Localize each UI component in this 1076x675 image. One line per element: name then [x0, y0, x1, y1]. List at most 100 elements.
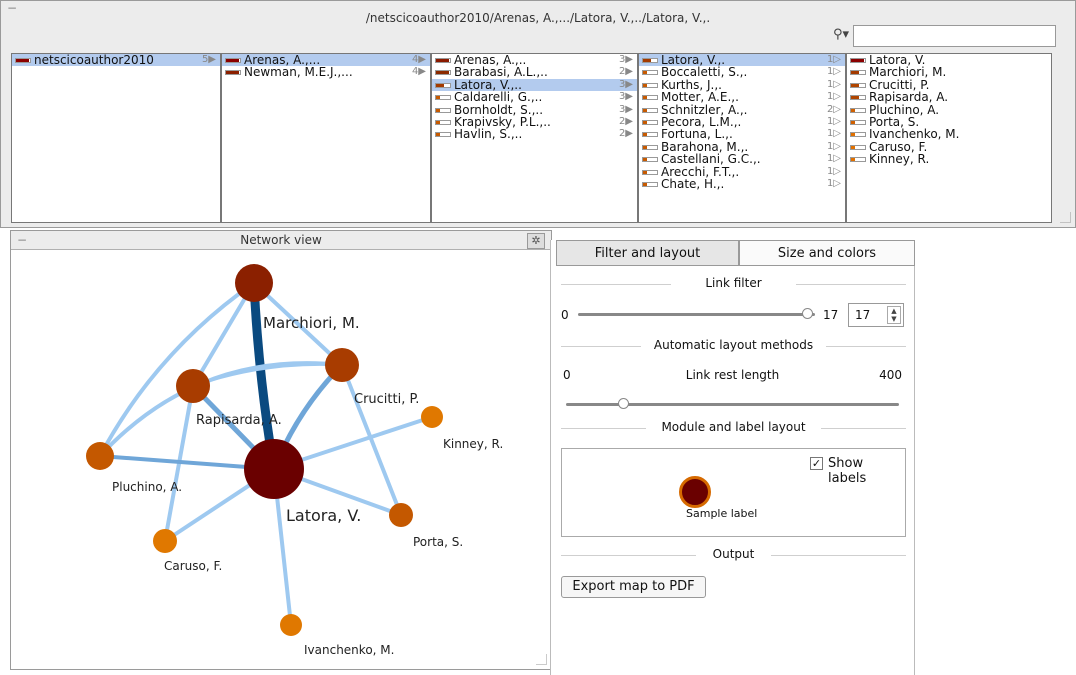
size-bar-icon: [642, 181, 658, 187]
size-bar-icon: [850, 95, 866, 101]
node-label-rapisarda: Rapisarda, A.: [196, 413, 282, 428]
list-item[interactable]: Chate, H.,. 1▷: [639, 178, 845, 190]
node-crucitti[interactable]: [325, 348, 359, 382]
child-count: 3▶: [618, 54, 633, 65]
size-bar-icon: [642, 132, 658, 138]
sample-label: Sample label: [686, 507, 758, 520]
show-labels-checkbox[interactable]: ✓: [810, 457, 823, 470]
child-count: 4▶: [411, 54, 426, 65]
rest-max-label: 400: [879, 368, 902, 382]
filter-min-label: 0: [561, 308, 569, 322]
child-count: 3▶: [618, 78, 633, 90]
link-filter-slider[interactable]: [578, 313, 815, 316]
child-count: 4▶: [411, 66, 426, 78]
node-marchiori[interactable]: [235, 264, 273, 302]
size-bar-icon: [642, 144, 658, 150]
list-item[interactable]: netscicoauthor2010 5▶: [12, 54, 220, 67]
node-latora[interactable]: [244, 439, 304, 499]
browser-column[interactable]: Arenas, A.,... 4▶ Newman, M.E.J.,... 4▶: [221, 53, 431, 223]
child-count: 2▶: [618, 115, 633, 127]
resize-grip-icon[interactable]: [1060, 212, 1071, 223]
size-bar-icon: [15, 58, 31, 63]
list-item-label: Kinney, R.: [869, 152, 930, 167]
size-bar-icon: [850, 58, 866, 63]
node-ivanchenko[interactable]: [280, 614, 302, 636]
size-bar-icon: [435, 95, 451, 101]
size-bar-icon: [642, 82, 658, 88]
child-count: 3▶: [618, 91, 633, 103]
node-porta[interactable]: [389, 503, 413, 527]
child-count: 2▶: [618, 66, 633, 78]
size-bar-icon: [642, 157, 658, 163]
output-section: Output: [561, 547, 906, 563]
size-bar-icon: [850, 119, 866, 125]
list-item[interactable]: Kinney, R.: [847, 153, 1051, 165]
network-graph[interactable]: Marchiori, M. Crucitti, P. Rapisarda, A. Ki…: [11, 250, 551, 670]
minimize-icon[interactable]: −: [17, 231, 27, 249]
network-titlebar: − Network view ✲: [11, 231, 551, 250]
child-count: 1▷: [826, 128, 841, 140]
rest-length-slider[interactable]: [566, 403, 899, 406]
stepper-arrows-icon[interactable]: ▲ ▼: [887, 306, 901, 324]
search-input[interactable]: [853, 25, 1056, 47]
child-count: 1▷: [826, 66, 841, 78]
settings-panel: Filter and layout Size and colors Link f…: [550, 240, 915, 675]
browser-column[interactable]: netscicoauthor2010 5▶: [11, 53, 221, 223]
network-link: [340, 363, 403, 517]
link-filter-stepper[interactable]: 17 ▲ ▼: [848, 303, 904, 327]
browser-column[interactable]: Arenas, A.,.. 3▶ Barabasi, A.L.,.. 2▶ Latora…: [431, 53, 638, 223]
node-label-caruso: Caruso, F.: [164, 559, 222, 573]
list-item-label: Chate, H.,.: [661, 176, 725, 191]
size-bar-icon: [642, 107, 658, 113]
browser-column[interactable]: Latora, V. Marchiori, M. Crucitti, P. Rapis…: [846, 53, 1052, 223]
network-link: [98, 281, 256, 458]
gear-icon[interactable]: ✲: [527, 233, 545, 249]
browser-column[interactable]: Latora, V.,. 1▷ Boccaletti, S.,. 1▷ Kurths, …: [638, 53, 846, 223]
child-count: 1▷: [826, 165, 841, 177]
child-count: 1▷: [826, 91, 841, 103]
size-bar-icon: [225, 70, 241, 76]
section-title: Output: [704, 547, 763, 561]
list-item-label: Newman, M.E.J.,...: [244, 65, 353, 80]
link-filter-slider-knob[interactable]: [802, 308, 813, 319]
network-view-window: − Network view ✲ Marchiori, M. Crucitti, …: [10, 230, 552, 670]
child-count: 2▷: [826, 103, 841, 115]
node-label-crucitti: Crucitti, P.: [354, 392, 419, 407]
node-label-marchiori: Marchiori, M.: [263, 314, 360, 332]
size-bar-icon: [642, 58, 658, 63]
child-count: 1▷: [826, 78, 841, 90]
node-caruso[interactable]: [153, 529, 177, 553]
node-pluchino[interactable]: [86, 442, 114, 470]
search-icon[interactable]: ⚲▾: [833, 27, 849, 42]
resize-grip-icon[interactable]: [536, 654, 547, 665]
node-label-pluchino: Pluchino, A.: [112, 480, 182, 494]
export-pdf-button[interactable]: Export map to PDF: [561, 576, 706, 598]
size-bar-icon: [435, 58, 451, 63]
child-count: 1▷: [826, 54, 841, 65]
child-count: 2▶: [618, 128, 633, 140]
tab-filter-and-layout[interactable]: Filter and layout: [556, 240, 739, 266]
child-count: 1▷: [826, 115, 841, 127]
show-labels-label: Show labels: [828, 456, 867, 486]
node-label-latora: Latora, V.: [286, 506, 361, 525]
rest-length-slider-knob[interactable]: [617, 398, 629, 409]
tab-size-and-colors[interactable]: Size and colors: [739, 240, 915, 266]
node-rapisarda[interactable]: [176, 369, 210, 403]
section-title: Automatic layout methods: [645, 338, 822, 352]
child-count: 5▶: [201, 54, 216, 65]
size-bar-icon: [850, 82, 866, 88]
list-item[interactable]: Newman, M.E.J.,... 4▶: [222, 65, 430, 80]
size-bar-icon: [642, 169, 658, 175]
size-bar-icon: [850, 157, 866, 163]
module-layout-box: ✓ Show labels Sample label: [561, 448, 906, 537]
stepper-value: 17: [855, 308, 871, 322]
column-browser-window: − /netscicoauthor2010/Arenas, A.,.../Lat…: [0, 0, 1076, 228]
node-label-ivanchenko: Ivanchenko, M.: [304, 643, 394, 657]
node-label-kinney: Kinney, R.: [443, 437, 503, 451]
list-item[interactable]: Havlin, S.,.. 2▶: [432, 127, 637, 142]
module-layout-section: Module and label layout: [561, 420, 906, 436]
node-kinney[interactable]: [421, 406, 443, 428]
list-item-label: Havlin, S.,..: [454, 127, 523, 142]
node-label-porta: Porta, S.: [413, 535, 463, 549]
size-bar-icon: [435, 132, 451, 138]
